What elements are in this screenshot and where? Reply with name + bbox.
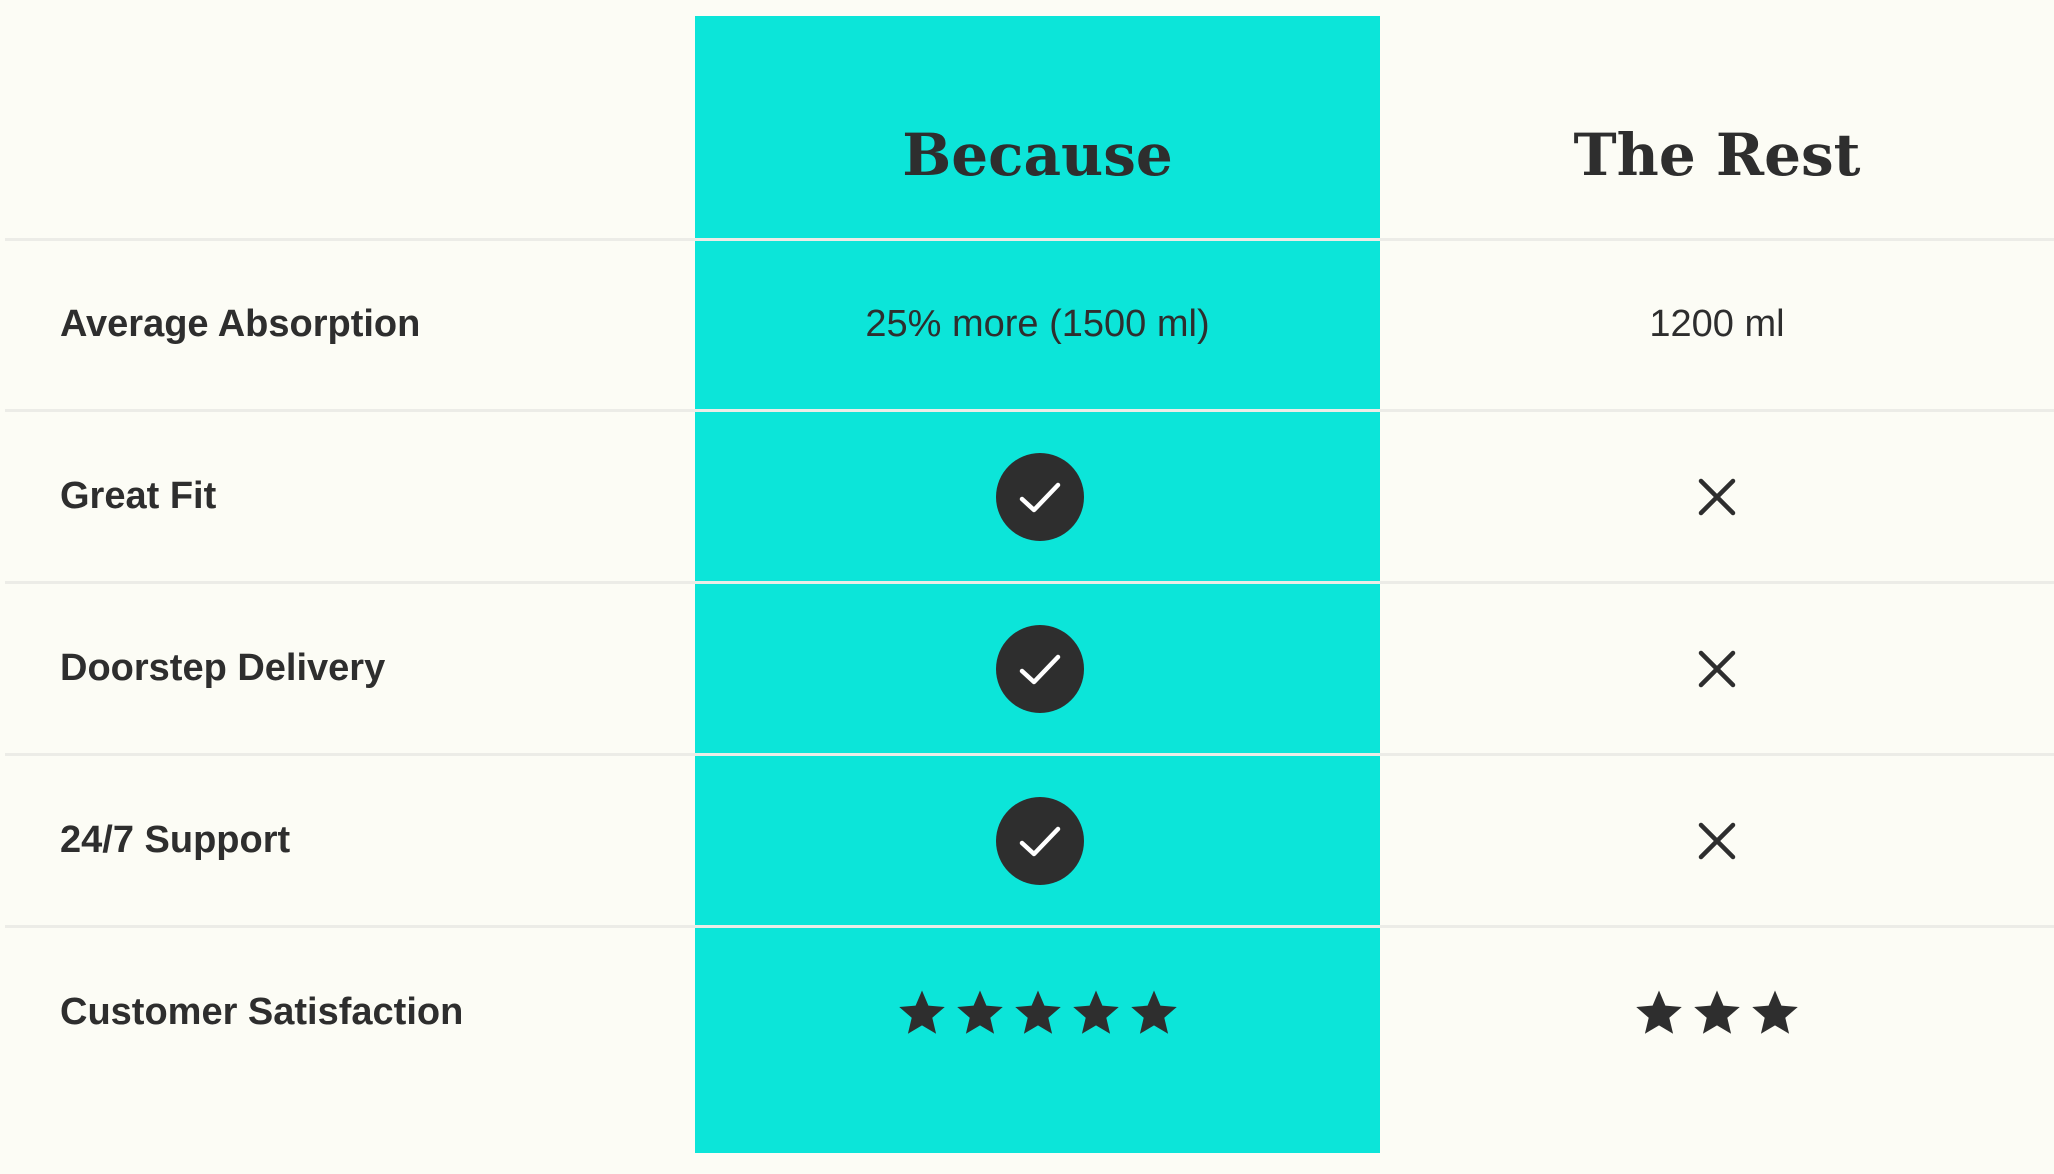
because-cell (695, 927, 1380, 1098)
star-icon (1694, 989, 1740, 1034)
row-label: 24/7 Support (60, 819, 291, 861)
row-label: Customer Satisfaction (60, 991, 464, 1033)
because-cell: 25% more (1500 ml) (695, 239, 1380, 410)
column-header-because: Because (902, 121, 1173, 189)
because-cell (695, 411, 1380, 582)
star-icon (1130, 989, 1177, 1034)
table-row-average-absorption: Average Absorption 25% more (1500 ml) 12… (0, 239, 2054, 410)
because-cell (695, 755, 1380, 926)
table-row-doorstep-delivery: Doorstep Delivery (0, 583, 2054, 754)
rest-cell (1380, 755, 2054, 926)
check-icon (995, 624, 1084, 713)
because-cell (695, 583, 1380, 754)
row-label: Doorstep Delivery (60, 647, 386, 689)
cross-icon (1698, 650, 1736, 687)
star-rating-because (893, 987, 1183, 1039)
table-row-customer-satisfaction: Customer Satisfaction (0, 927, 2054, 1098)
row-label: Great Fit (60, 475, 217, 517)
because-value: 25% more (1500 ml) (865, 303, 1210, 345)
rest-cell (1380, 927, 2054, 1098)
row-label: Average Absorption (60, 303, 421, 345)
cross-icon (1698, 478, 1736, 515)
table-row-support: 24/7 Support (0, 755, 2054, 926)
check-icon (995, 452, 1084, 541)
check-icon (995, 796, 1084, 885)
star-icon (1636, 989, 1682, 1034)
rest-cell (1380, 583, 2054, 754)
rest-value: 1200 ml (1649, 303, 1785, 345)
star-rating-rest (1630, 987, 1804, 1039)
rest-cell (1380, 411, 2054, 582)
star-icon (1014, 989, 1061, 1034)
table-row-great-fit: Great Fit (0, 411, 2054, 582)
rest-cell: 1200 ml (1380, 239, 2054, 410)
star-icon (956, 989, 1003, 1034)
star-icon (898, 989, 945, 1034)
star-icon (1072, 989, 1119, 1034)
column-header-the-rest: The Rest (1573, 121, 1861, 189)
cross-icon (1698, 822, 1736, 859)
star-icon (1752, 989, 1798, 1034)
